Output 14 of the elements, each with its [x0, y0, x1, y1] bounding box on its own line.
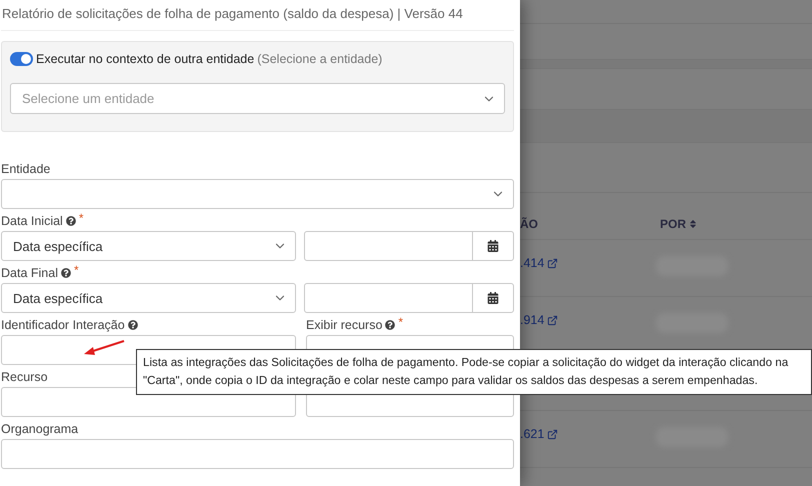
required-asterisk: * [398, 315, 404, 329]
tooltip: Lista as integrações das Solicitações de folha de pagamento. Pode-se copiar a solicitação do widget da interação clicando na "Carta", onde copia o ID da integração e colar neste campo para validar os saldos das despesas a serem empenhadas. [136, 349, 812, 395]
toggle-label: Executar no contexto de outra entidade [36, 52, 254, 66]
required-asterisk: * [78, 211, 84, 225]
field-label: Data Inicial [1, 214, 63, 228]
dialog-title: Relatório de solicitações de folha de pagamento (saldo da despesa) | Versão 44 [1, 0, 514, 31]
required-asterisk: * [74, 263, 79, 277]
toggle-hint: (Selecione a entidade) [257, 52, 382, 66]
field-label: Exibir recurso [306, 318, 382, 332]
field-label: Data Final [1, 266, 58, 280]
field-label: Identificador Interação [1, 318, 125, 332]
field-label: Recurso [1, 370, 48, 384]
field-label: Organograma [1, 422, 78, 436]
field-label: Entidade [1, 162, 50, 176]
